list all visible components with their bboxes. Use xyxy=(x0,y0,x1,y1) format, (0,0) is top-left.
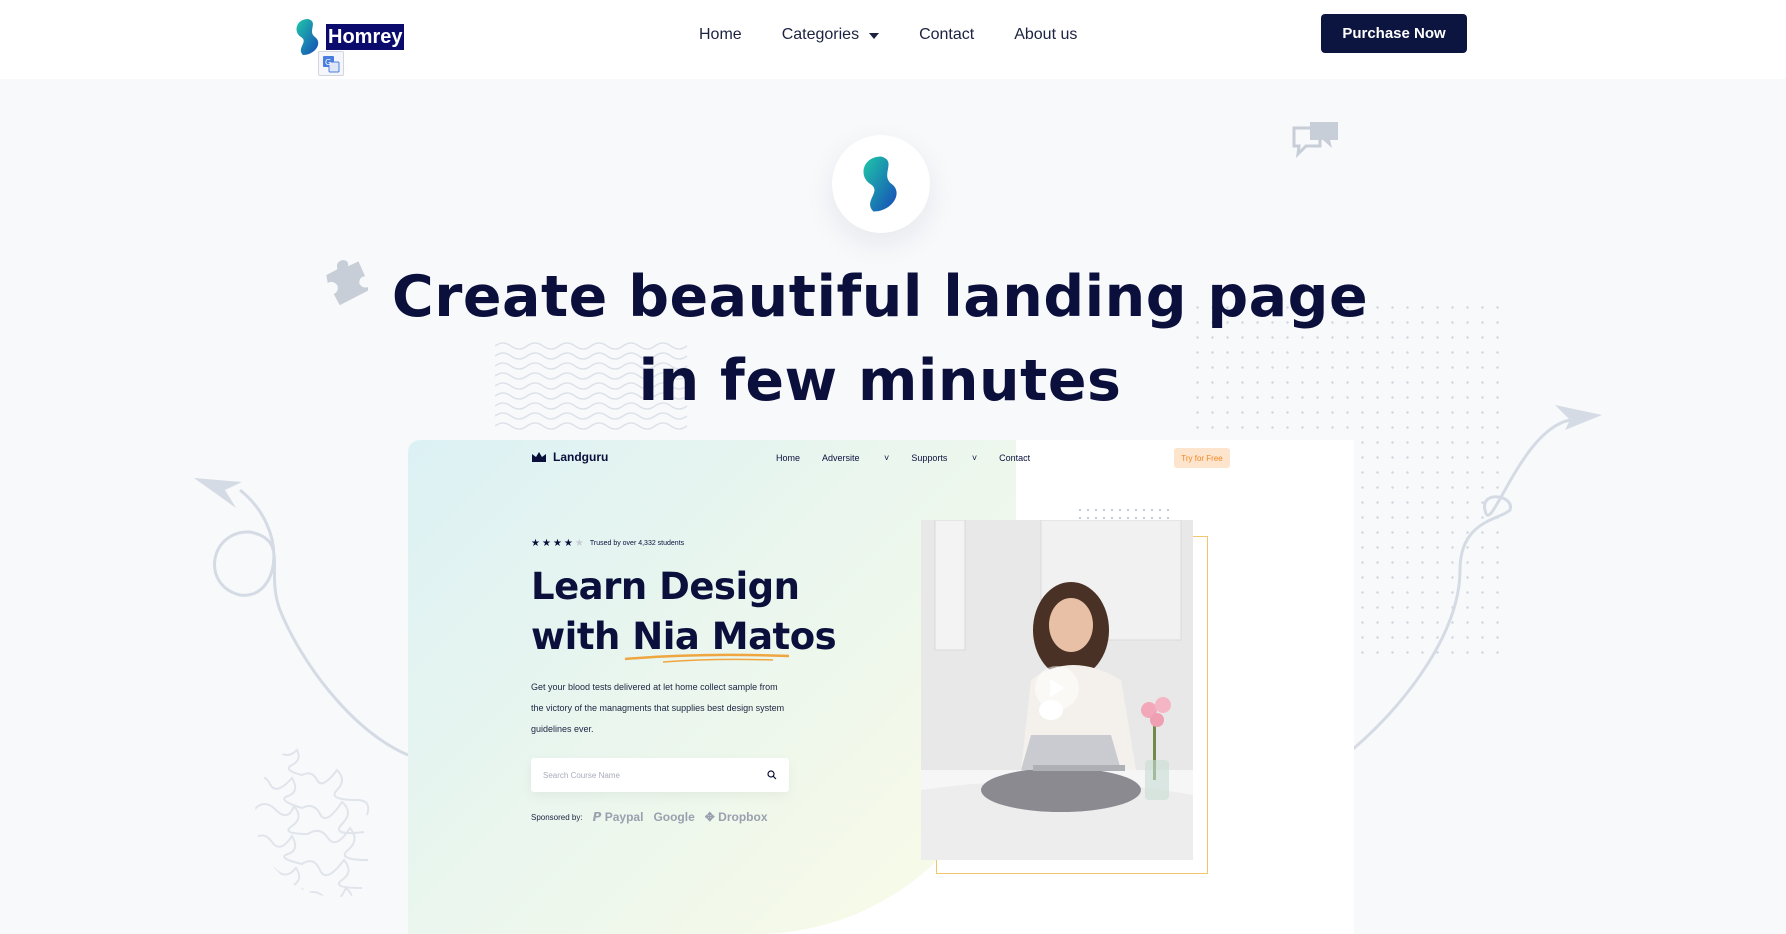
preview-nav-supports-label: Supports xyxy=(911,453,948,463)
preview-nav-adversite: Adversite ˅ xyxy=(822,453,890,463)
play-video-button xyxy=(1035,666,1079,710)
preview-rating-text: Trused by over 4,332 students xyxy=(589,540,685,547)
preview-brand-name: Landguru xyxy=(553,450,609,464)
hero-logo-icon xyxy=(863,156,897,212)
brand[interactable]: Homrey xyxy=(293,18,405,56)
right-curly-arrow xyxy=(1351,405,1602,752)
nav-categories[interactable]: Categories xyxy=(781,26,880,44)
svg-text:G: G xyxy=(325,58,331,67)
preview-title: Learn Design with Nia Matos xyxy=(531,562,837,662)
preview-brand: Landguru xyxy=(531,450,608,464)
star-icon: ★ xyxy=(552,538,562,549)
preview-nav-adversite-label: Adversite xyxy=(822,453,860,463)
preview-nav-contact: Contact xyxy=(999,453,1031,463)
paypal-logo: 𝙋 Paypal xyxy=(592,810,644,824)
paypal-label: Paypal xyxy=(604,810,644,824)
dropbox-label: Dropbox xyxy=(718,810,768,824)
template-preview[interactable]: Landguru Home Adversite ˅ Supports ˅ Con… xyxy=(408,440,1354,934)
preview-search-field: Search Course Name xyxy=(531,758,789,792)
brush-underline xyxy=(624,653,790,663)
chat-bubbles-icon xyxy=(1292,122,1338,159)
nav-home-label: Home xyxy=(699,26,742,43)
preview-try-button: Try for Free xyxy=(1174,448,1230,468)
preview-nav: Home Adversite ˅ Supports ˅ Contact xyxy=(776,453,1052,463)
caret-down-icon xyxy=(869,33,880,39)
nav-home[interactable]: Home xyxy=(699,26,742,44)
main-nav: Home Categories Contact About us xyxy=(699,26,1077,44)
brand-name: Homrey xyxy=(326,24,405,50)
preview-sponsors: Sponsored by: 𝙋 Paypal Google ✥ Dropbox xyxy=(531,810,768,824)
hero-title-line-2: in few minutes xyxy=(638,348,1122,414)
scribble-circle-pattern xyxy=(255,744,370,897)
left-curly-arrow xyxy=(194,478,409,757)
star-icon: ★ xyxy=(541,538,551,549)
play-icon xyxy=(1050,679,1065,697)
translate-icon[interactable]: G xyxy=(318,51,344,76)
hero-title-line-1: Create beautiful landing page xyxy=(391,264,1369,330)
preview-rating: ★ ★ ★ ★ ★ Trused by over 4,332 students xyxy=(531,538,684,549)
preview-title-line-1: Learn Design xyxy=(531,565,800,608)
nav-categories-label: Categories xyxy=(781,26,860,43)
search-icon xyxy=(767,770,777,780)
star-icon: ★ xyxy=(531,538,540,549)
nav-about[interactable]: About us xyxy=(1014,26,1077,44)
nav-contact-label: Contact xyxy=(919,26,975,43)
nav-contact[interactable]: Contact xyxy=(919,26,974,44)
puzzle-piece-icon xyxy=(326,260,368,306)
dropbox-logo: ✥ Dropbox xyxy=(704,810,768,824)
preview-description: Get your blood tests delivered at let ho… xyxy=(531,682,785,734)
crown-icon xyxy=(532,452,546,462)
preview-nav-home: Home xyxy=(776,453,801,463)
star-empty-icon: ★ xyxy=(574,538,584,549)
google-logo: Google xyxy=(653,810,695,824)
preview-nav-supports: Supports ˅ xyxy=(911,453,978,463)
purchase-now-button[interactable]: Purchase Now xyxy=(1321,14,1467,53)
hero-title: Create beautiful landing page in few min… xyxy=(380,255,1380,423)
preview-sponsor-label: Sponsored by: xyxy=(531,812,583,822)
star-icon: ★ xyxy=(563,538,573,549)
site-header: Homrey G Home Categories Contact About u… xyxy=(0,0,1786,79)
hero-logo-badge xyxy=(832,135,930,233)
preview-search-placeholder: Search Course Name xyxy=(543,770,620,780)
nav-about-label: About us xyxy=(1014,26,1078,43)
